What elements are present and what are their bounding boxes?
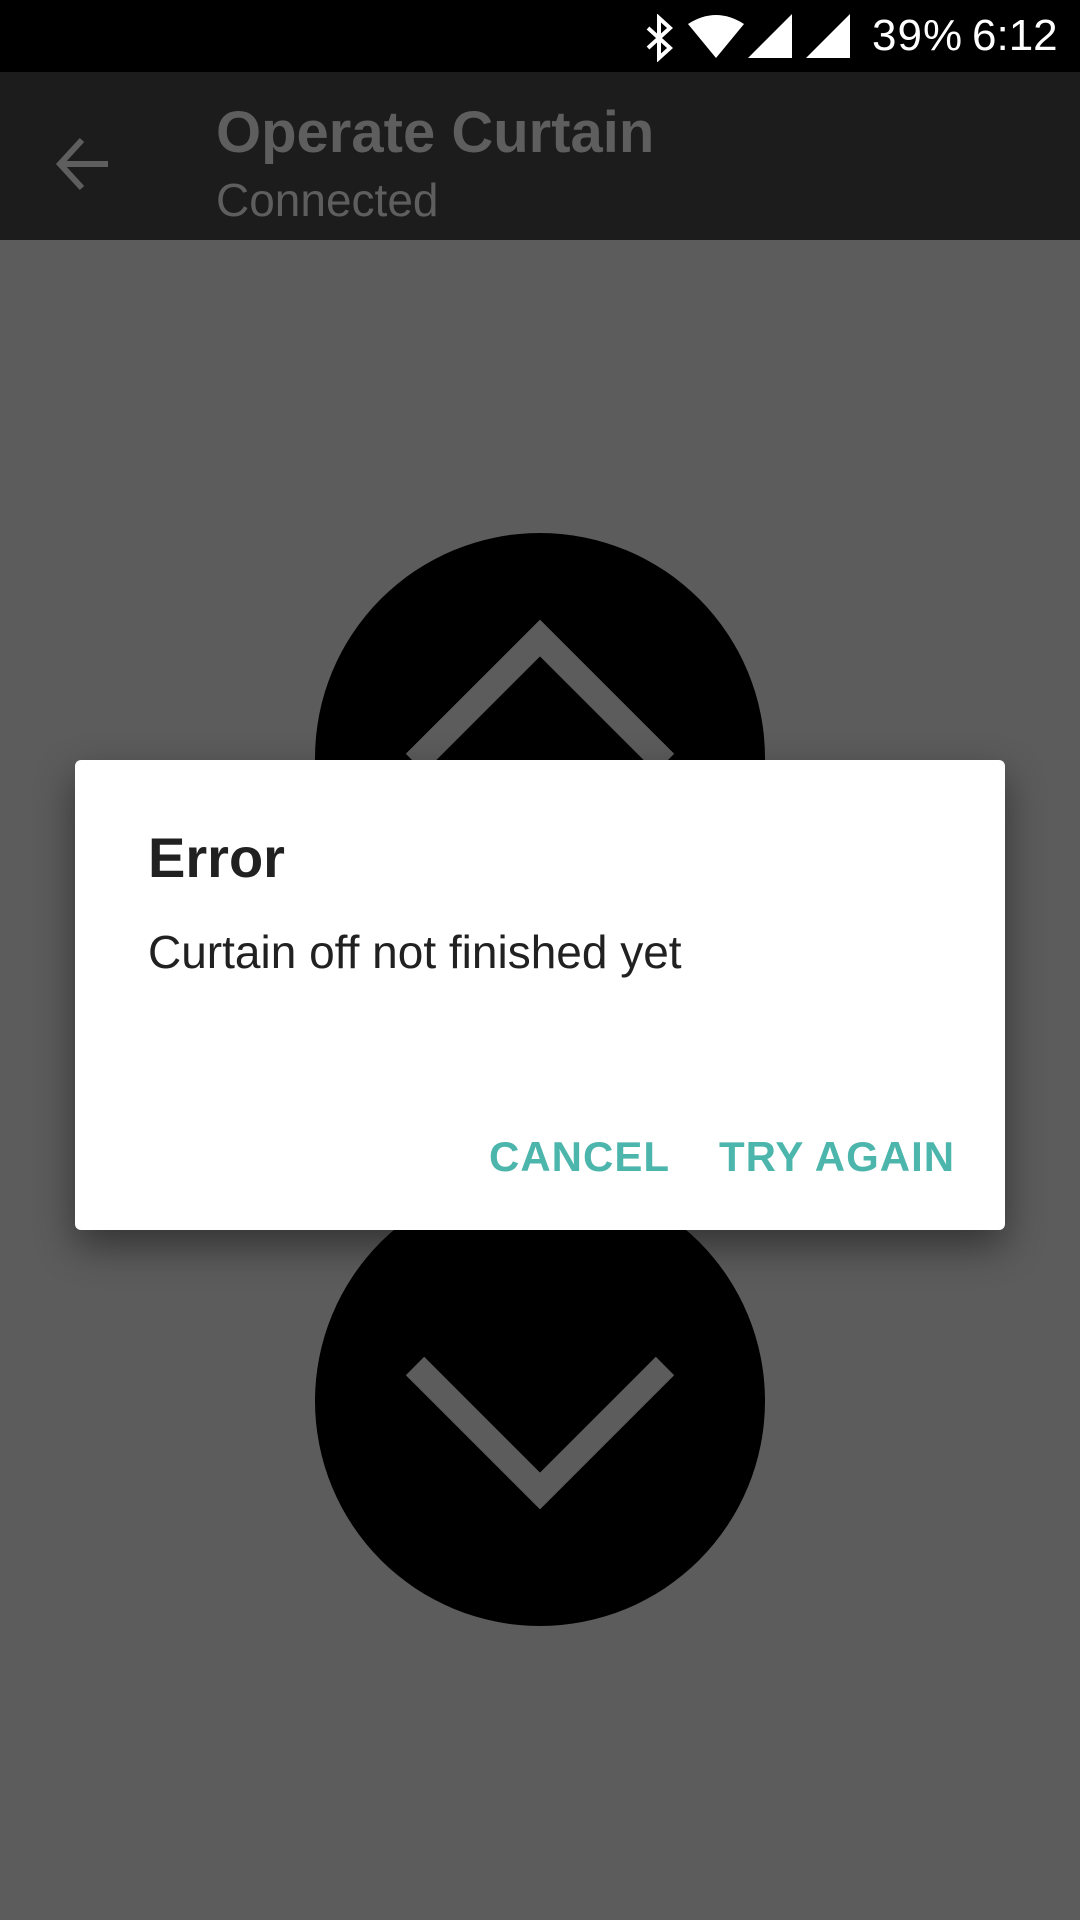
page-title: Operate Curtain (216, 100, 655, 165)
cell-signal-icon (806, 14, 850, 63)
cancel-button[interactable]: CANCEL (489, 1122, 670, 1192)
dialog-message: Curtain off not finished yet (148, 926, 682, 978)
error-dialog: Error Curtain off not finished yet CANCE… (75, 760, 1005, 1230)
screen: 39% 6:12 Operate Curtain Connected Error… (0, 0, 1080, 1920)
back-button[interactable] (48, 128, 120, 200)
battery-level: 39% (872, 11, 964, 60)
clock: 6:12 (972, 11, 1058, 60)
dialog-title: Error (148, 826, 285, 889)
connection-status: Connected (216, 174, 439, 226)
wifi-icon (688, 14, 744, 63)
curtain-down-button[interactable] (315, 1176, 765, 1626)
chevron-down-icon (405, 1356, 675, 1510)
app-bar: Operate Curtain Connected (0, 72, 1080, 240)
bluetooth-icon (644, 13, 676, 67)
cell-signal-icon (748, 14, 792, 63)
try-again-button[interactable]: TRY AGAIN (719, 1122, 955, 1192)
arrow-back-icon (55, 137, 108, 191)
status-bar: 39% 6:12 (0, 0, 1080, 72)
